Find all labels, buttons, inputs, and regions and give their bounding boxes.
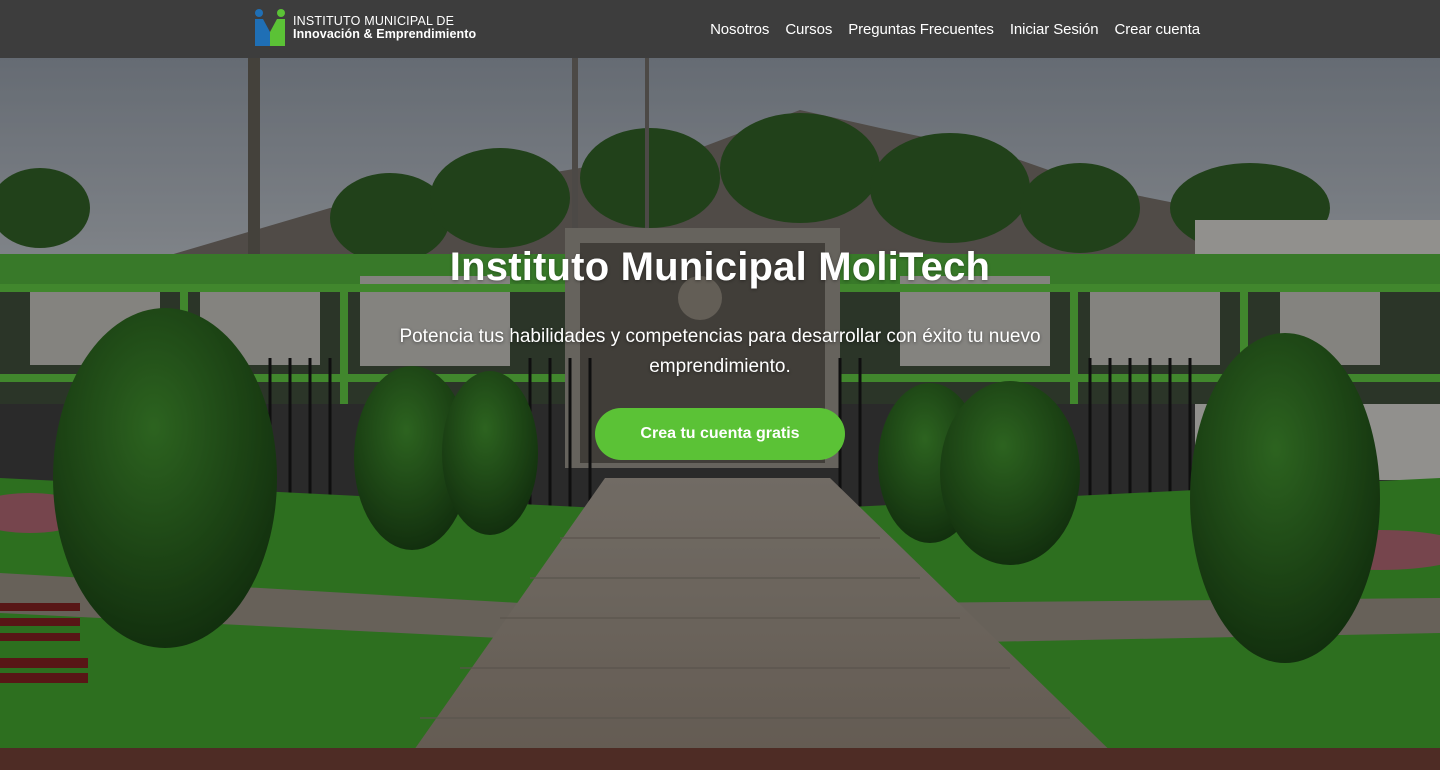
brand-text: INSTITUTO MUNICIPAL DE Innovación & Empr… bbox=[293, 15, 476, 41]
nav-link-login[interactable]: Iniciar Sesión bbox=[1010, 21, 1099, 38]
create-account-cta-button[interactable]: Crea tu cuenta gratis bbox=[595, 408, 845, 460]
nav-link-nosotros[interactable]: Nosotros bbox=[710, 21, 769, 38]
brand-home-link[interactable]: INSTITUTO MUNICIPAL DE Innovación & Empr… bbox=[253, 8, 476, 48]
main-nav: Nosotros Cursos Preguntas Frecuentes Ini… bbox=[710, 0, 1200, 58]
brand-line-2: Innovación & Emprendimiento bbox=[293, 27, 477, 41]
hero-section: Instituto Municipal MoliTech Potencia tu… bbox=[0, 58, 1440, 770]
hero-title: Instituto Municipal MoliTech bbox=[449, 245, 991, 289]
nav-link-signup[interactable]: Crear cuenta bbox=[1114, 21, 1200, 38]
hero-subtitle: Potencia tus habilidades y competencias … bbox=[399, 326, 1041, 377]
hero-content: Instituto Municipal MoliTech Potencia tu… bbox=[0, 238, 1440, 460]
top-navbar: INSTITUTO MUNICIPAL DE Innovación & Empr… bbox=[0, 0, 1440, 58]
nav-link-cursos[interactable]: Cursos bbox=[785, 21, 832, 38]
nav-link-faq[interactable]: Preguntas Frecuentes bbox=[848, 21, 994, 38]
mi-logo-icon bbox=[255, 9, 285, 46]
